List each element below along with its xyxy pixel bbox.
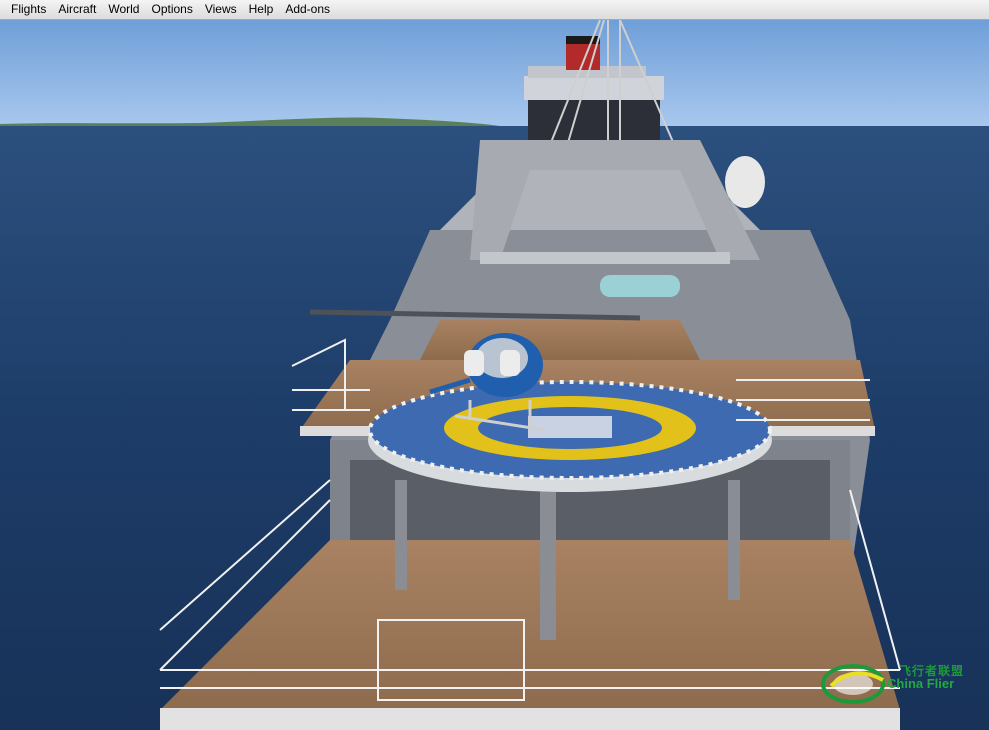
menu-bar: Flights Aircraft World Options Views Hel… [0,0,989,20]
menu-aircraft[interactable]: Aircraft [52,0,102,19]
menu-views[interactable]: Views [199,0,243,19]
watermark-english: China Flier [887,676,955,691]
watermark: 飞行者联盟 China Flier [813,658,981,708]
menu-flights[interactable]: Flights [0,0,52,19]
menu-addons[interactable]: Add-ons [279,0,336,19]
sky [0,20,989,128]
menu-help[interactable]: Help [243,0,280,19]
simulator-viewport[interactable] [0,20,989,730]
menu-world[interactable]: World [102,0,145,19]
china-flier-logo-icon [821,664,885,704]
menu-options[interactable]: Options [145,0,198,19]
